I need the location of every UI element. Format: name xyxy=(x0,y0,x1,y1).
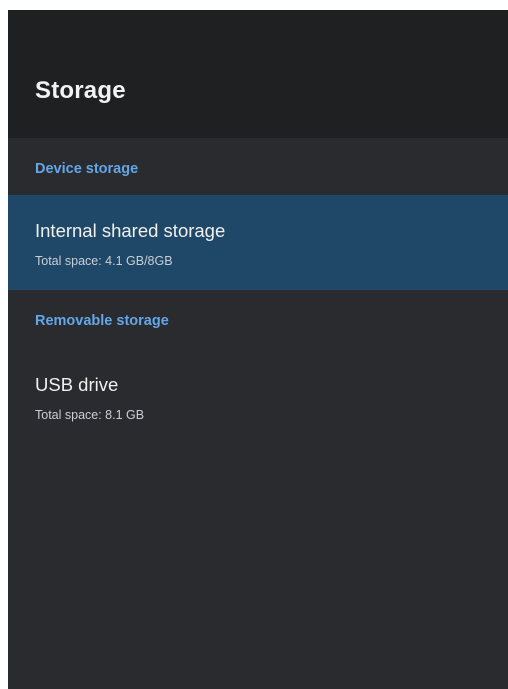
storage-item-usb-drive[interactable]: USB drive Total space: 8.1 GB xyxy=(8,348,508,443)
page-title: Storage xyxy=(35,77,126,104)
storage-item-title: USB drive xyxy=(35,374,119,395)
storage-item-internal-shared-storage[interactable]: Internal shared storage Total space: 4.1… xyxy=(8,195,508,290)
app-header: Storage xyxy=(8,10,508,138)
section-header-device-storage: Device storage xyxy=(35,161,139,177)
section-header-removable-storage: Removable storage xyxy=(35,313,169,329)
storage-item-title: Internal shared storage xyxy=(35,220,226,241)
storage-item-subtitle: Total space: 4.1 GB/8GB xyxy=(35,254,173,268)
storage-item-subtitle: Total space: 8.1 GB xyxy=(35,408,145,422)
storage-screen: Storage Device storage Internal shared s… xyxy=(8,10,508,689)
